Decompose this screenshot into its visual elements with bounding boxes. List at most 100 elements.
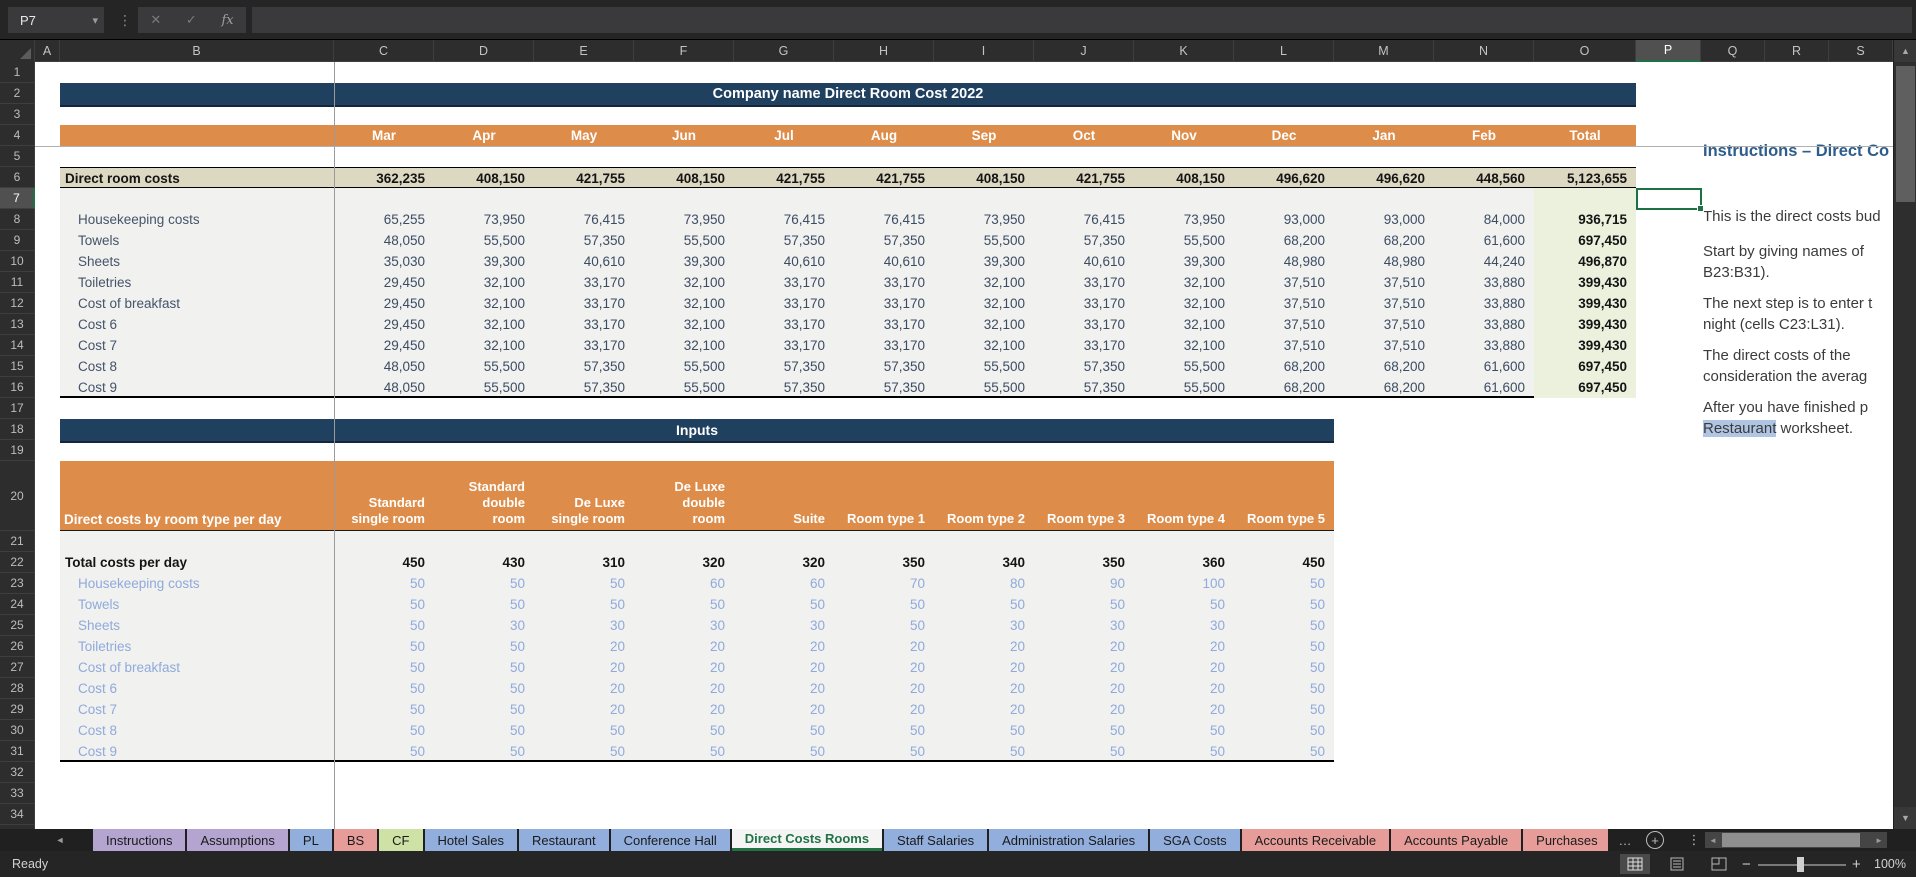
cell[interactable]: 33,170	[534, 272, 634, 293]
cell[interactable]: 68,200	[1334, 377, 1434, 398]
scroll-up-icon[interactable]: ▲	[1894, 40, 1916, 62]
cell[interactable]: 32,100	[434, 335, 534, 356]
cell[interactable]: 55,500	[934, 377, 1034, 398]
cell[interactable]: 61,600	[1434, 230, 1534, 251]
cell[interactable]: 55,500	[1134, 377, 1234, 398]
cell[interactable]: 48,980	[1334, 251, 1434, 272]
direct-room-costs-table[interactable]: Housekeeping costs65,25573,95076,41573,9…	[60, 188, 1636, 398]
cell[interactable]: 32,100	[434, 314, 534, 335]
cell[interactable]: 20	[1034, 636, 1134, 657]
cell[interactable]: 73,950	[634, 209, 734, 230]
inputs-row-label[interactable]: Toiletries	[60, 636, 334, 657]
cell[interactable]: 55,500	[634, 377, 734, 398]
cell[interactable]: 421,755	[534, 168, 634, 189]
cell[interactable]: 73,950	[1134, 209, 1234, 230]
hscroll-right-icon[interactable]: ►	[1871, 832, 1887, 848]
room-type-header[interactable]: De Luxe single room	[534, 495, 634, 527]
sheet-tab-restaurant[interactable]: Restaurant	[519, 829, 609, 851]
row-header-1[interactable]: 1	[0, 62, 35, 83]
row-header-14[interactable]: 14	[0, 335, 35, 356]
cell[interactable]: 50	[334, 573, 434, 594]
row-header-33[interactable]: 33	[0, 783, 35, 804]
row-header-31[interactable]: 31	[0, 741, 35, 762]
cell[interactable]: 20	[634, 657, 734, 678]
cell[interactable]: 50	[334, 699, 434, 720]
cell[interactable]: 68,200	[1234, 230, 1334, 251]
cell[interactable]: 50	[434, 699, 534, 720]
cell[interactable]: 50	[734, 594, 834, 615]
cell[interactable]: 33,880	[1434, 272, 1534, 293]
more-sheets-icon[interactable]: …	[1612, 829, 1638, 851]
summary-total-cell[interactable]: 5,123,655	[1534, 168, 1636, 189]
cell[interactable]: 55,500	[934, 356, 1034, 377]
cell[interactable]: 50	[534, 720, 634, 741]
inputs-row-label[interactable]: Cost 6	[60, 678, 334, 699]
cell[interactable]: 33,170	[1034, 314, 1134, 335]
cell[interactable]: 20	[934, 657, 1034, 678]
column-header-H[interactable]: H	[834, 40, 934, 62]
row-header-17[interactable]: 17	[0, 398, 35, 419]
cell[interactable]: 50	[1134, 741, 1234, 762]
cell[interactable]: 350	[834, 552, 934, 573]
zoom-level-label[interactable]: 100%	[1874, 851, 1906, 877]
inputs-row-label[interactable]: Cost 9	[60, 741, 334, 762]
row-total-cell[interactable]: 697,450	[1534, 377, 1636, 398]
row-total-cell[interactable]: 697,450	[1534, 356, 1636, 377]
row-header-13[interactable]: 13	[0, 314, 35, 335]
cell[interactable]: 32,100	[934, 314, 1034, 335]
column-header-B[interactable]: B	[60, 40, 334, 62]
cell[interactable]: 76,415	[534, 209, 634, 230]
cell[interactable]: 50	[434, 657, 534, 678]
sheet-tab-bs[interactable]: BS	[334, 829, 377, 851]
cell[interactable]: 93,000	[1234, 209, 1334, 230]
cell[interactable]: 32,100	[434, 293, 534, 314]
cell[interactable]: 32,100	[1134, 293, 1234, 314]
cell[interactable]: 35,030	[334, 251, 434, 272]
row-header-30[interactable]: 30	[0, 720, 35, 741]
cell[interactable]: 33,170	[734, 293, 834, 314]
cell[interactable]: 450	[334, 552, 434, 573]
cell[interactable]: 20	[934, 699, 1034, 720]
month-header-jan[interactable]: Jan	[1334, 125, 1434, 146]
tab-menu-icon[interactable]: ⋮	[1684, 829, 1704, 851]
cell[interactable]: 20	[734, 699, 834, 720]
row-header-26[interactable]: 26	[0, 636, 35, 657]
cell[interactable]: 57,350	[534, 230, 634, 251]
cell[interactable]: 57,350	[534, 356, 634, 377]
cell[interactable]: 33,170	[1034, 293, 1134, 314]
cell[interactable]: 30	[434, 615, 534, 636]
cell[interactable]: 32,100	[1134, 335, 1234, 356]
confirm-icon[interactable]: ✓	[186, 12, 197, 28]
cell[interactable]: 90	[1034, 573, 1134, 594]
month-header-apr[interactable]: Apr	[434, 125, 534, 146]
hscroll-left-icon[interactable]: ◄	[1705, 832, 1721, 848]
cell[interactable]: 20	[834, 657, 934, 678]
name-box[interactable]: P7 ▾	[8, 7, 104, 33]
row-header-2[interactable]: 2	[0, 83, 35, 104]
cell[interactable]: 430	[434, 552, 534, 573]
cell[interactable]: 39,300	[934, 251, 1034, 272]
column-header-G[interactable]: G	[734, 40, 834, 62]
cell[interactable]: 50	[834, 741, 934, 762]
formula-bar-kebab-icon[interactable]: ⋮	[118, 12, 132, 29]
row-total-cell[interactable]: 936,715	[1534, 209, 1636, 230]
row-header-32[interactable]: 32	[0, 762, 35, 783]
cell[interactable]: 20	[834, 699, 934, 720]
cell[interactable]: 30	[1134, 615, 1234, 636]
month-header-may[interactable]: May	[534, 125, 634, 146]
row-total-cell[interactable]: 697,450	[1534, 230, 1636, 251]
room-type-header[interactable]: Room type 1	[834, 511, 934, 527]
cell[interactable]: 33,170	[534, 335, 634, 356]
cell[interactable]: 55,500	[434, 377, 534, 398]
cell[interactable]: 55,500	[434, 356, 534, 377]
cell[interactable]: 50	[434, 636, 534, 657]
cell[interactable]: 50	[434, 741, 534, 762]
cell[interactable]: 68,200	[1334, 230, 1434, 251]
column-header-D[interactable]: D	[434, 40, 534, 62]
row-label[interactable]: Cost 7	[60, 335, 334, 356]
cell[interactable]: 32,100	[634, 314, 734, 335]
row-header-7[interactable]: 7	[0, 188, 35, 209]
column-header-R[interactable]: R	[1765, 40, 1829, 62]
cell[interactable]: 33,170	[734, 272, 834, 293]
cell[interactable]: 33,170	[834, 293, 934, 314]
